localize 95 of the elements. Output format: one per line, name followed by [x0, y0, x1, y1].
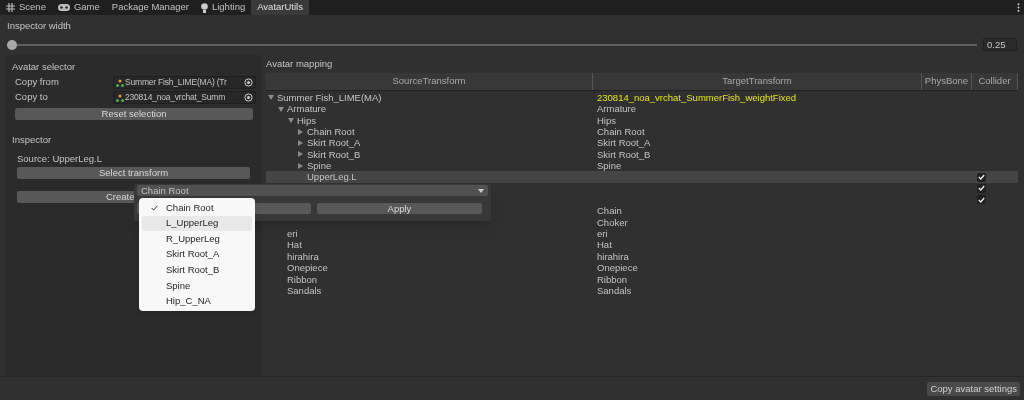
apply-button[interactable]: Apply: [317, 203, 482, 214]
table-row[interactable]: UpperLeg.L: [266, 171, 1018, 183]
copy-settings-button[interactable]: Copy avatar settings: [927, 381, 1020, 396]
table-row[interactable]: Hat Hat: [266, 239, 1018, 251]
table-cell: eri: [597, 228, 608, 240]
table-row[interactable]: Spine Spine: [266, 160, 1018, 172]
tree-item[interactable]: Spine: [307, 160, 332, 172]
table-cell: Chain Root: [597, 126, 645, 138]
value-field[interactable]: 0.25: [983, 38, 1017, 51]
section-title: Avatar mapping: [266, 57, 333, 70]
expanded-arrow-icon[interactable]: [288, 117, 294, 123]
menu-item[interactable]: Chain Root: [142, 200, 252, 216]
dropdown[interactable]: Chain Root: [137, 185, 488, 196]
tree-item[interactable]: Hips: [297, 114, 316, 127]
tree-item[interactable]: Hat: [287, 239, 302, 251]
tree-item[interactable]: Skirt Root_A: [307, 137, 361, 149]
checkbox[interactable]: [977, 172, 986, 182]
object-field[interactable]: Summer Fish_LIME(MA) (Tr: [113, 76, 256, 89]
tree-item[interactable]: Sandals: [287, 284, 322, 297]
column-header[interactable]: PhysBone: [922, 73, 972, 90]
column-header[interactable]: TargetTransform: [593, 73, 922, 90]
collapsed-arrow-icon[interactable]: [298, 162, 303, 169]
table-cell: Hips: [597, 114, 616, 126]
grid-icon: [6, 3, 15, 12]
menu-item[interactable]: Skirt Root_A: [142, 246, 252, 263]
avatar-icon: [116, 93, 124, 102]
object-field[interactable]: 230814_noa_vrchat_Summ: [113, 91, 256, 104]
table-row[interactable]: Chain Root Chain Root: [266, 126, 1018, 138]
table-row[interactable]: Hips Hips: [266, 114, 1018, 127]
tree-item[interactable]: UpperLeg.L: [307, 171, 357, 183]
table-row[interactable]: Skirt Root_A Skirt Root_A: [266, 137, 1018, 149]
collapsed-arrow-icon[interactable]: [298, 151, 303, 158]
table-cell: Sandals: [597, 284, 632, 296]
table-cell: hirahira: [597, 250, 629, 262]
caret-icon: [478, 188, 484, 193]
table-row[interactable]: Sandals Sandals: [266, 284, 1018, 297]
table-row[interactable]: Armature Armature: [266, 103, 1018, 115]
menu-item[interactable]: Skirt Root_B: [142, 262, 252, 278]
table-row[interactable]: Skirt Root_B Skirt Root_B: [266, 148, 1018, 161]
bulb-icon: [200, 2, 208, 13]
table-row[interactable]: eri eri: [266, 228, 1018, 240]
section-title: Avatar selector: [12, 60, 76, 73]
avatar-icon: [116, 78, 124, 87]
table-cell: Hat: [597, 239, 612, 251]
table-cell: Armature: [597, 103, 637, 115]
tree-item[interactable]: hirahira: [287, 250, 319, 263]
table-cell: 230814_noa_vrchat_SummerFish_weightFixed: [597, 92, 797, 103]
collapsed-arrow-icon[interactable]: [298, 140, 303, 147]
field-label: Copy to: [15, 90, 49, 105]
expanded-arrow-icon[interactable]: [268, 95, 274, 101]
slider-label: Inspector width: [7, 19, 71, 32]
select-button[interactable]: Select transform: [17, 167, 250, 179]
table-row[interactable]: Summer Fish_LIME(MA) 230814_noa_vrchat_SummerFish_weightFixed: [266, 92, 1018, 104]
tree-item[interactable]: Chain Root: [307, 126, 355, 138]
tree-item[interactable]: Ribbon: [287, 273, 318, 285]
menu-item[interactable]: Hip_C_NA: [142, 293, 252, 310]
expanded-arrow-icon[interactable]: [278, 106, 284, 112]
table-cell: Skirt Root_B: [597, 148, 651, 160]
field-value: Summer Fish_LIME(MA) (Tr: [125, 77, 228, 88]
table-cell: Choker: [597, 216, 628, 228]
reset-button[interactable]: Reset selection: [15, 108, 253, 120]
more-icon[interactable]: [1017, 3, 1020, 12]
tab[interactable]: Scene: [0, 0, 52, 15]
checkbox[interactable]: [977, 183, 986, 193]
checkbox[interactable]: [977, 195, 986, 205]
tree-item[interactable]: Armature: [287, 103, 327, 115]
check-icon: [150, 204, 158, 211]
slider-thumb[interactable]: [7, 39, 17, 50]
table-row[interactable]: Choker: [266, 216, 1018, 229]
tab[interactable]: AvatarUtils: [251, 0, 309, 15]
table-cell: Onepiece: [597, 262, 638, 274]
column-header[interactable]: Collider: [972, 73, 1018, 90]
tree-item[interactable]: Onepiece: [287, 262, 328, 274]
tab[interactable]: Game: [51, 0, 106, 15]
tab[interactable]: Package Manager: [105, 0, 195, 15]
tree-item[interactable]: Summer Fish_LIME(MA): [277, 92, 382, 104]
menu-item[interactable]: R_UpperLeg: [142, 231, 252, 247]
table-cell: Skirt Root_A: [597, 137, 651, 149]
section-title: Inspector: [12, 133, 52, 146]
menu-item[interactable]: L_UpperLeg: [142, 215, 252, 232]
tree-item[interactable]: Skirt Root_B: [307, 148, 361, 161]
table-row[interactable]: hirahira hirahira: [266, 250, 1018, 263]
column-header[interactable]: SourceTransform: [266, 73, 593, 90]
table-cell: Ribbon: [597, 273, 628, 285]
table-row[interactable]: Onepiece Onepiece: [266, 262, 1018, 274]
tree-item[interactable]: eri: [287, 228, 298, 240]
field-value: 230814_noa_vrchat_Summ: [125, 92, 227, 103]
collapsed-arrow-icon[interactable]: [298, 128, 303, 135]
table-row[interactable]: Ribbon Ribbon: [266, 273, 1018, 285]
source-label: Source: UpperLeg.L: [17, 152, 103, 165]
field-label: Copy from: [15, 75, 60, 90]
gamepad-icon: [57, 4, 70, 11]
menu-item[interactable]: Spine: [142, 277, 252, 294]
table-cell: Spine: [597, 160, 622, 172]
tab[interactable]: Lighting: [194, 0, 252, 15]
